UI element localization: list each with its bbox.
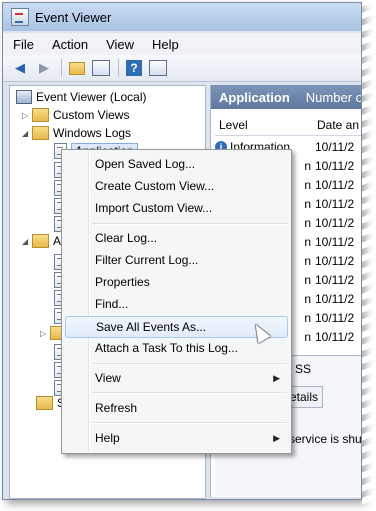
menu-separator: [92, 223, 287, 225]
row-date: 10/11/2: [315, 139, 355, 154]
menu-item-view[interactable]: View ▶: [65, 368, 288, 388]
tree-item-label: Event Viewer (Local): [36, 90, 147, 104]
menu-item-label: Clear Log...: [95, 231, 158, 245]
menu-item-label: Refresh: [95, 401, 138, 415]
toolbar: ◀ ▶ ?: [3, 55, 361, 82]
event-viewer-app-icon: [11, 8, 29, 26]
folder-icon: [32, 234, 49, 248]
menu-item-label: Properties: [95, 275, 150, 289]
row-date: 10/11/2: [315, 310, 355, 325]
event-count: Number of e: [305, 89, 361, 105]
menu-item-open-saved-log[interactable]: Open Saved Log...: [65, 154, 288, 174]
toolbar-separator: [61, 59, 62, 77]
tree-item-applications-services[interactable]: ◢ A: [22, 232, 61, 250]
row-date: 10/11/2: [315, 177, 355, 192]
menu-item-label: View: [95, 371, 121, 385]
menu-item-find[interactable]: Find...: [65, 294, 288, 314]
forward-icon[interactable]: ▶: [35, 59, 53, 77]
column-level[interactable]: Level: [215, 118, 317, 132]
row-date: 10/11/2: [315, 329, 355, 344]
column-date[interactable]: Date an: [317, 118, 359, 132]
expand-arrow-icon[interactable]: ▷: [22, 111, 32, 120]
menu-item-label: Help: [95, 431, 120, 445]
collapse-arrow-icon[interactable]: ◢: [22, 237, 32, 246]
menu-item-label: Import Custom View...: [95, 201, 213, 215]
row-date: 10/11/2: [315, 253, 355, 268]
row-date: 10/11/2: [315, 215, 355, 230]
menu-item-label: Save All Events As...: [96, 320, 207, 334]
menu-item-properties[interactable]: Properties: [65, 272, 288, 292]
log-header: Application Number of e: [211, 85, 361, 109]
menu-item-attach-task[interactable]: Attach a Task To this Log...: [65, 338, 288, 358]
menu-file[interactable]: File: [13, 37, 34, 52]
menu-item-import-custom-view[interactable]: Import Custom View...: [65, 198, 288, 218]
collapse-arrow-icon[interactable]: ◢: [22, 129, 32, 138]
tree-item-custom-views[interactable]: ▷ Custom Views: [22, 106, 129, 124]
column-headers: Level Date an: [215, 115, 361, 136]
row-date: 10/11/2: [315, 272, 355, 287]
tree-item-windows-logs[interactable]: ◢ Windows Logs: [22, 124, 131, 142]
folder-icon: [32, 126, 49, 140]
folder-icon: [32, 108, 49, 122]
menu-item-label: Attach a Task To this Log...: [95, 341, 238, 355]
up-folder-icon[interactable]: [68, 59, 86, 77]
tree-item-event-viewer-local[interactable]: Event Viewer (Local): [16, 88, 147, 106]
tree-item-label: A: [53, 234, 62, 248]
expand-arrow-icon[interactable]: ▷: [40, 329, 50, 338]
row-date: 10/11/2: [315, 234, 355, 249]
menu-item-filter-current-log[interactable]: Filter Current Log...: [65, 250, 288, 270]
help-icon[interactable]: ?: [125, 59, 143, 77]
context-menu: Open Saved Log... Create Custom View... …: [61, 149, 292, 454]
torn-edge-decoration: [362, 0, 376, 511]
row-date: 10/11/2: [315, 291, 355, 306]
menu-separator: [92, 392, 287, 394]
menu-item-create-custom-view[interactable]: Create Custom View...: [65, 176, 288, 196]
tree-item-label: Windows Logs: [53, 126, 132, 140]
menu-help[interactable]: Help: [152, 37, 179, 52]
menu-item-clear-log[interactable]: Clear Log...: [65, 228, 288, 248]
menu-item-refresh[interactable]: Refresh: [65, 398, 288, 418]
menu-item-help[interactable]: Help ▶: [65, 428, 288, 448]
show-hide-tree-icon[interactable]: [92, 59, 110, 77]
title-bar: Event Viewer: [3, 3, 361, 31]
submenu-arrow-icon: ▶: [273, 372, 280, 383]
menu-item-label: Create Custom View...: [95, 179, 215, 193]
detail-title-fragment: SS: [295, 362, 312, 376]
event-description-text: service is shutt: [289, 432, 362, 446]
toolbar-separator: [118, 59, 119, 77]
row-date: 10/11/2: [315, 158, 355, 173]
menu-item-label: Find...: [95, 297, 129, 311]
tree-item-label: Custom Views: [53, 108, 130, 122]
window-title: Event Viewer: [35, 9, 112, 25]
menu-item-label: Filter Current Log...: [95, 253, 199, 267]
row-date: 10/11/2: [315, 196, 355, 211]
menu-action[interactable]: Action: [52, 37, 88, 52]
log-name: Application: [219, 89, 290, 105]
folder-icon: [36, 396, 53, 410]
menu-item-label: Open Saved Log...: [95, 157, 196, 171]
back-icon[interactable]: ◀: [11, 59, 29, 77]
submenu-arrow-icon: ▶: [273, 432, 280, 443]
tab-details-label: etails: [290, 390, 319, 404]
menu-view[interactable]: View: [106, 37, 134, 52]
menu-separator: [92, 363, 287, 365]
menu-separator: [92, 422, 287, 424]
computer-icon: [16, 90, 32, 104]
menu-bar: File Action View Help: [3, 33, 361, 55]
show-hide-action-pane-icon[interactable]: [149, 59, 167, 77]
